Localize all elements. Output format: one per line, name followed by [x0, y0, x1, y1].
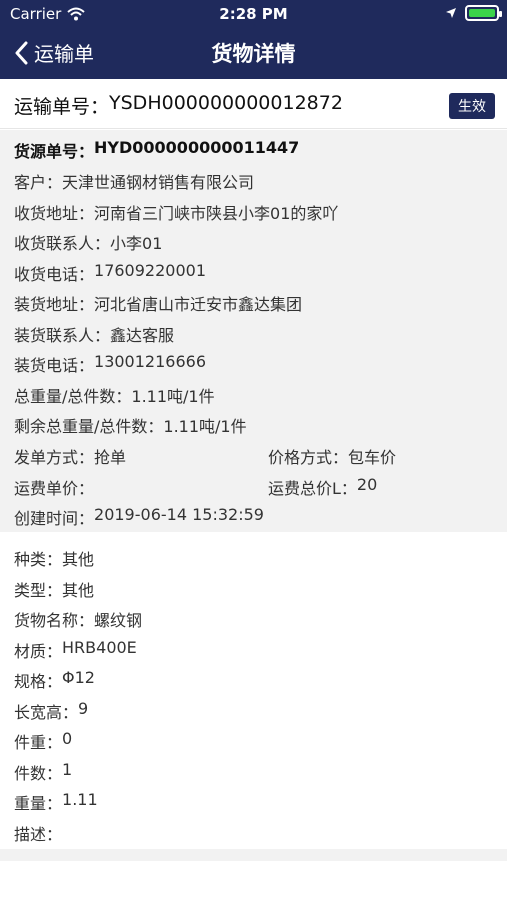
order-number-label: 运输单号： — [14, 96, 110, 118]
row-label: 收货地址： — [14, 204, 95, 223]
goods-row: 材质： HRB400E — [14, 638, 137, 662]
row-value: 13001216666 — [94, 352, 206, 371]
status-right — [445, 5, 502, 21]
row-value: 9 — [78, 699, 89, 718]
goods-row: 描述： — [14, 821, 62, 845]
page-title: 货物详情 — [211, 42, 296, 66]
goods-row: 规格： Φ12 — [14, 668, 95, 692]
nav-bar: 运输单 货物详情 — [0, 28, 507, 79]
row-value: 2019-06-14 15:32:59 — [94, 505, 264, 524]
row-label: 重量： — [14, 794, 63, 813]
row-label: 总重量/总件数： — [14, 387, 132, 406]
row-label: 种类： — [14, 550, 63, 569]
source-row: 货源单号： HYD000000000011447 — [14, 138, 299, 162]
row-value: 1.11吨/1件 — [131, 387, 215, 406]
row-value: 螺纹钢 — [94, 611, 143, 630]
bottom-divider — [0, 849, 507, 861]
row-label: 剩余总重量/总件数： — [14, 417, 164, 436]
row-value: 河南省三门峡市陕县小李01的家吖 — [94, 204, 339, 223]
order-number: 运输单号： YSDH000000000012872 — [14, 92, 343, 119]
row-label: 运费单价： — [14, 479, 95, 498]
created-time-row: 创建时间： 2019-06-14 15:32:59 — [14, 505, 264, 529]
goods-row: 件数： 1 — [14, 760, 72, 784]
battery-icon — [465, 5, 502, 21]
status-badge: 生效 — [449, 93, 495, 119]
status-bar: Carrier 2:28 PM — [0, 0, 507, 28]
location-arrow-icon — [446, 8, 456, 18]
row-label: 描述： — [14, 825, 63, 844]
app-header: Carrier 2:28 PM 运输单 货物详情 — [0, 0, 507, 79]
source-row: 剩余总重量/总件数： 1.11吨/1件 — [14, 413, 247, 437]
goods-row: 重量： 1.11 — [14, 790, 98, 814]
source-row: 总重量/总件数： 1.11吨/1件 — [14, 383, 215, 407]
row-label: 收货联系人： — [14, 234, 111, 253]
source-row: 装货电话： 13001216666 — [14, 352, 206, 376]
row-value: 鑫达客服 — [110, 326, 175, 345]
row-label: 件重： — [14, 733, 63, 752]
row-label: 创建时间： — [14, 509, 95, 528]
goods-row: 货物名称： 螺纹钢 — [14, 607, 142, 631]
row-label: 货物名称： — [14, 611, 95, 630]
row-label: 发单方式： — [14, 448, 95, 467]
row-value: HYD000000000011447 — [94, 138, 300, 157]
source-row: 装货联系人： 鑫达客服 — [14, 322, 174, 346]
source-row: 装货地址： 河北省唐山市迁安市鑫达集团 — [14, 291, 302, 315]
row-value: 1.11 — [62, 790, 98, 809]
source-row: 收货联系人： 小李01 — [14, 230, 162, 254]
row-value: 0 — [62, 729, 73, 748]
order-number-row: 运输单号： YSDH000000000012872 生效 — [0, 79, 507, 129]
row-value: 其他 — [62, 581, 95, 600]
row-value: 抢单 — [94, 448, 127, 467]
goods-info-section: 种类： 其他 类型： 其他 货物名称： 螺纹钢 材质： HRB400E 规格： … — [0, 533, 507, 849]
row-label: 件数： — [14, 764, 63, 783]
row-label: 长宽高： — [14, 703, 79, 722]
row-label: 材质： — [14, 642, 63, 661]
source-row: 客户： 天津世通钢材销售有限公司 — [14, 169, 254, 193]
row-label: 收货电话： — [14, 265, 95, 284]
row-value: 其他 — [62, 550, 95, 569]
row-label: 类型： — [14, 581, 63, 600]
order-number-value: YSDH000000000012872 — [109, 92, 343, 114]
goods-row: 件重： 0 — [14, 729, 72, 753]
total-price-row: 运费总价L： 20 — [268, 475, 377, 499]
row-value: 小李01 — [110, 234, 163, 253]
status-time: 2:28 PM — [219, 5, 288, 23]
row-value: 天津世通钢材销售有限公司 — [62, 173, 255, 192]
unit-price-row: 运费单价： — [14, 475, 94, 499]
goods-row: 长宽高： 9 — [14, 699, 88, 723]
row-value: Φ12 — [62, 668, 95, 687]
row-value: 17609220001 — [94, 261, 206, 280]
row-label: 装货联系人： — [14, 326, 111, 345]
goods-row: 种类： 其他 — [14, 546, 94, 570]
send-method-row: 发单方式： 抢单 — [14, 444, 126, 468]
row-value: 包车价 — [348, 448, 397, 467]
price-method-row: 价格方式： 包车价 — [268, 444, 396, 468]
row-value: 1.11吨/1件 — [163, 417, 247, 436]
row-label: 规格： — [14, 672, 63, 691]
row-label: 货源单号： — [14, 142, 95, 161]
row-value: 1 — [62, 760, 73, 779]
row-label: 客户： — [14, 173, 63, 192]
row-value: 20 — [356, 475, 378, 494]
source-row: 收货地址： 河南省三门峡市陕县小李01的家吖 — [14, 200, 338, 224]
row-label: 运费总价L： — [268, 479, 357, 498]
row-label: 装货地址： — [14, 295, 95, 314]
source-row: 收货电话： 17609220001 — [14, 261, 206, 285]
row-label: 装货电话： — [14, 356, 95, 375]
row-label: 价格方式： — [268, 448, 349, 467]
row-value: HRB400E — [62, 638, 137, 657]
row-value: 河北省唐山市迁安市鑫达集团 — [94, 295, 303, 314]
source-info-section: 货源单号： HYD000000000011447 客户： 天津世通钢材销售有限公… — [0, 130, 507, 532]
goods-row: 类型： 其他 — [14, 577, 94, 601]
